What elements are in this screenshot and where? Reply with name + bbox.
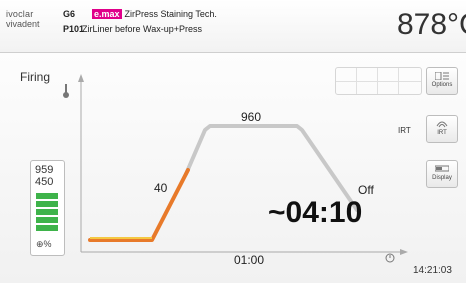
options-label: Options <box>431 82 453 88</box>
options-button[interactable]: Options <box>426 67 458 95</box>
vacuum-value-top: 959 <box>35 164 54 176</box>
vacuum-level-segment <box>36 193 58 199</box>
thermometer-icon <box>63 84 69 98</box>
vacuum-level-bar <box>36 193 58 237</box>
curve-label-heat-rate: 40 <box>154 181 168 195</box>
curve-progress <box>88 168 190 242</box>
curve-time-label: 01:00 <box>234 253 264 267</box>
curve-label-end: Off <box>358 183 374 197</box>
vacuum-gauge-icon: ⊕% <box>36 239 52 249</box>
vacuum-level-segment <box>36 217 58 223</box>
vacuum-indicator: 959 450 ⊕% <box>30 160 65 256</box>
x-axis-arrow <box>400 249 408 255</box>
system-clock: 14:21:03 <box>413 265 452 276</box>
irt-side-label: IRT <box>398 126 411 135</box>
vacuum-value-bottom: 450 <box>35 176 54 188</box>
curve-label-hold-temp: 960 <box>241 110 261 124</box>
irt-button[interactable]: IRT <box>426 115 458 143</box>
program-grid-panel <box>335 67 422 95</box>
irt-label: IRT <box>437 130 447 136</box>
firing-curve-chart: 40 960 Off 01:00 <box>63 74 408 267</box>
display-icon <box>435 165 449 172</box>
remaining-time: ~04:10 <box>268 196 363 229</box>
timer-icon <box>385 253 395 263</box>
vacuum-level-segment <box>36 209 58 215</box>
irt-sensor-icon <box>436 121 448 128</box>
display-label: Display <box>432 175 452 181</box>
display-button[interactable]: Display <box>426 160 458 188</box>
vacuum-level-segment <box>36 225 58 231</box>
vacuum-unit: % <box>43 239 52 249</box>
y-axis-arrow <box>78 74 84 82</box>
vacuum-level-segment <box>36 201 58 207</box>
options-icon <box>435 72 449 80</box>
